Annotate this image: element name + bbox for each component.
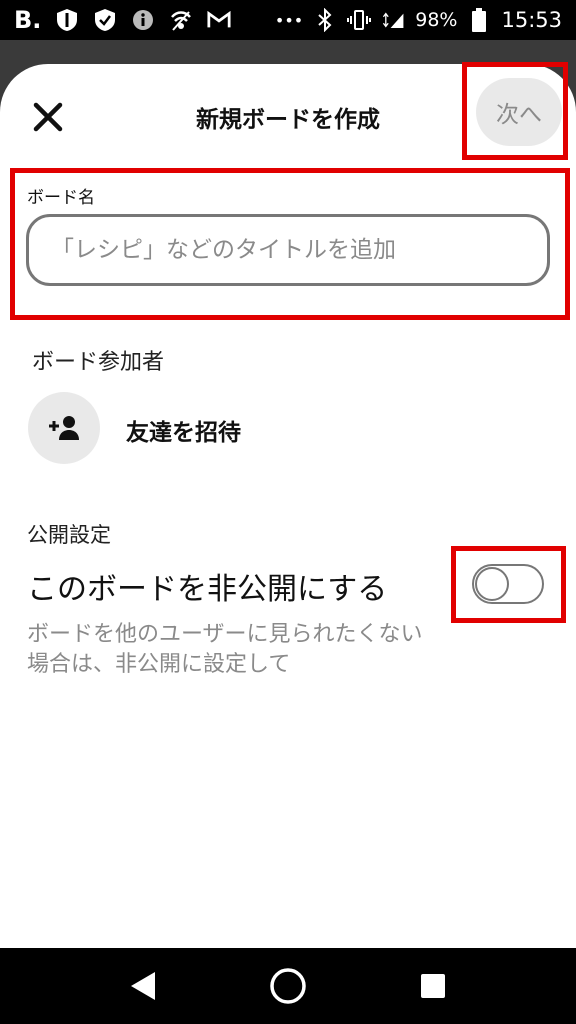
privacy-heading: 公開設定	[27, 523, 111, 547]
vibrate-icon	[347, 8, 372, 32]
create-board-sheet: 新規ボードを作成 次へ ボード名 ボード参加者 友達を招待 公開設定 このボード…	[0, 62, 576, 948]
close-button[interactable]	[28, 97, 68, 137]
private-toggle[interactable]	[472, 564, 544, 604]
invite-friends-label[interactable]: 友達を招待	[126, 413, 241, 447]
back-triangle-icon	[130, 972, 155, 1000]
home-circle-icon	[270, 968, 306, 1004]
board-name-input[interactable]	[26, 214, 550, 286]
private-board-description: ボードを他のユーザーに見られたくない場合は、非公開に設定して	[27, 622, 423, 677]
page-title: 新規ボードを作成	[196, 107, 380, 133]
invite-friends-button[interactable]	[28, 392, 100, 464]
close-icon	[33, 102, 63, 132]
battery-percent: 98%	[415, 9, 458, 31]
toggle-knob	[475, 567, 509, 601]
add-person-icon	[49, 416, 79, 440]
shield-check-icon	[93, 8, 117, 32]
wifi-call-icon	[169, 8, 193, 32]
private-board-title: このボードを非公開にする	[27, 572, 388, 607]
nav-back-button[interactable]	[119, 962, 167, 1010]
bluetooth-icon	[313, 8, 337, 32]
next-button[interactable]: 次へ	[476, 78, 562, 146]
shield-icon	[55, 8, 79, 32]
board-name-label: ボード名	[27, 188, 95, 208]
signal-icon	[381, 8, 405, 32]
battery-icon	[467, 8, 491, 32]
info-icon	[131, 8, 155, 32]
gmail-icon	[207, 8, 231, 32]
clock-time: 15:53	[501, 8, 562, 32]
more-dots-icon: •••	[274, 10, 304, 30]
nav-home-button[interactable]	[264, 962, 312, 1010]
recents-square-icon	[421, 974, 446, 998]
members-heading: ボード参加者	[32, 350, 165, 375]
nav-recents-button[interactable]	[409, 962, 457, 1010]
app-icon-b: B.	[14, 6, 42, 34]
system-nav-bar	[0, 948, 576, 1024]
status-bar: B. ••• 98% 15:53	[0, 0, 576, 40]
